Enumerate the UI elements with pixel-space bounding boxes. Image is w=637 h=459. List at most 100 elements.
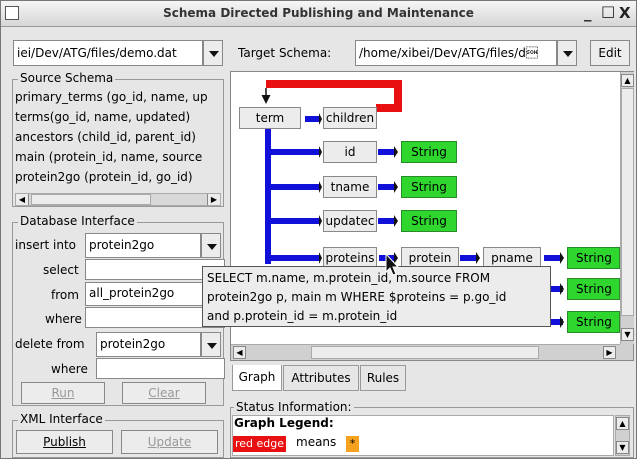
insert-label: insert into [15, 238, 77, 252]
run-button[interactable]: Run [21, 382, 105, 404]
tab-attributes[interactable]: Attributes [283, 365, 359, 391]
tooltip-line: and p.protein_id = m.protein_id [207, 309, 398, 323]
graph-node-tname[interactable]: tname [323, 176, 377, 198]
legend-means-text: means [296, 435, 337, 449]
scroll-left-icon[interactable]: ◀ [233, 346, 246, 359]
legend-red-edge: red edge [233, 436, 287, 452]
scroll-left-icon[interactable]: ◀ [16, 194, 29, 205]
graph-node-string[interactable]: String [567, 311, 620, 333]
edge-to-proteins [265, 255, 319, 261]
source-schema-list[interactable]: primary_terms (go_id, name, up terms(go_… [15, 87, 223, 192]
source-schema-hscrollbar[interactable]: ◀ ▶ [15, 193, 221, 206]
scroll-right-icon[interactable]: ▶ [207, 194, 220, 205]
edge-updated-string [378, 218, 394, 224]
graph-node-string[interactable]: String [401, 176, 457, 198]
scroll-thumb[interactable] [621, 88, 634, 316]
mouse-pointer-icon [385, 253, 400, 276]
delete-from-dropdown[interactable] [201, 332, 221, 357]
target-schema-combo[interactable]: /home/xibei/Dev/ATG/files/d [355, 40, 557, 66]
scroll-right-icon[interactable]: ▶ [603, 346, 616, 359]
edge-arrow [394, 181, 398, 193]
edge-pname-string [544, 255, 560, 261]
graph-node-id[interactable]: id [323, 141, 377, 163]
edge-term-children [305, 116, 319, 122]
from-label: from [51, 288, 79, 302]
edge-arrow [319, 252, 322, 264]
database-interface-title: Database Interface [18, 214, 137, 228]
edge-arrow [560, 252, 564, 264]
list-item[interactable]: protein2go (protein_id, go_id) [15, 167, 223, 187]
window-title: Schema Directed Publishing and Maintenan… [163, 6, 474, 20]
delete-label: delete from [15, 337, 85, 351]
graph-hscrollbar[interactable]: ◀ ▶ [231, 344, 620, 360]
title-bar: Schema Directed Publishing and Maintenan… [1, 1, 636, 27]
edge-arrow [394, 215, 398, 227]
edge-arrow [394, 146, 398, 158]
sql-tooltip: SELECT m.name, m.protein_id, m.source FR… [202, 266, 551, 327]
xml-interface-title: XML Interface [18, 412, 105, 426]
tab-graph[interactable]: Graph [232, 365, 282, 391]
status-text-area[interactable]: Graph Legend: red edge means * [232, 415, 614, 456]
tooltip-line: protein2go p, main m WHERE $proteins = p… [207, 290, 507, 304]
publish-button[interactable]: Publish [16, 430, 113, 454]
minimize-button[interactable]: _ [584, 4, 592, 22]
graph-node-string[interactable]: String [401, 141, 457, 163]
edge-id-string [378, 149, 394, 155]
graph-node-children[interactable]: children [323, 107, 377, 129]
where2-label: where [51, 362, 88, 376]
target-schema-label: Target Schema: [238, 46, 332, 60]
delete-where-field[interactable] [96, 358, 225, 379]
graph-vscrollbar[interactable]: ▲ ▼ [620, 72, 634, 344]
edge-arrow [319, 113, 322, 125]
edge-protein-pname [460, 255, 476, 261]
legend-star: * [346, 436, 359, 452]
graph-node-term[interactable]: term [239, 107, 301, 129]
red-edge-right [394, 80, 402, 108]
clear-button[interactable]: Clear [122, 382, 206, 404]
target-schema-dropdown[interactable] [557, 40, 577, 66]
insert-into-combo[interactable]: protein2go [85, 233, 201, 258]
source-file-dropdown[interactable] [203, 40, 223, 66]
update-button[interactable]: Update [121, 430, 218, 454]
edge-arrow [560, 283, 564, 295]
red-edge-top [266, 80, 402, 88]
graph-node-string[interactable]: String [567, 247, 620, 269]
tooltip-line: SELECT m.name, m.protein_id, m.source FR… [207, 271, 491, 285]
edge-trunk [265, 128, 271, 264]
where-label: where [45, 312, 82, 326]
status-title: Status Information: [234, 400, 354, 414]
graph-node-updated[interactable]: updatec [323, 210, 377, 232]
close-button[interactable]: X [619, 4, 631, 22]
edge-to-tname [265, 184, 319, 190]
graph-node-string[interactable]: String [567, 278, 620, 300]
select-label: select [43, 263, 79, 277]
app-window: Schema Directed Publishing and Maintenan… [0, 0, 637, 459]
list-item[interactable]: terms(go_id, name, updated) [15, 107, 223, 127]
edge-arrow [319, 215, 322, 227]
list-item[interactable]: primary_terms (go_id, name, up [15, 87, 223, 107]
edge-arrow [319, 181, 322, 193]
red-edge-bottom [376, 104, 402, 112]
scroll-down-icon[interactable]: ▼ [616, 441, 629, 454]
delete-from-combo[interactable]: protein2go [96, 332, 201, 357]
status-vscrollbar[interactable]: ▲ ▼ [615, 415, 630, 456]
source-file-combo[interactable]: iei/Dev/ATG/files/demo.dat [13, 40, 203, 66]
graph-legend-label: Graph Legend: [234, 416, 334, 430]
scroll-down-icon[interactable]: ▼ [621, 328, 634, 341]
scroll-up-icon[interactable]: ▲ [616, 417, 629, 430]
list-item[interactable]: ancestors (child_id, parent_id) [15, 127, 223, 147]
scroll-up-icon[interactable]: ▲ [621, 74, 634, 87]
tab-rules[interactable]: Rules [360, 365, 406, 391]
edge-to-updated [265, 218, 319, 224]
edge-arrow [319, 146, 322, 158]
edge-arrow [476, 252, 480, 264]
edge-tname-string [378, 184, 394, 190]
list-item[interactable]: main (protein_id, name, source [15, 147, 223, 167]
edit-button[interactable]: Edit [590, 40, 630, 66]
maximize-button[interactable]: □ [601, 2, 615, 20]
scroll-thumb[interactable] [311, 346, 539, 359]
source-schema-title: Source Schema [18, 71, 116, 85]
scroll-thumb[interactable] [31, 194, 151, 205]
graph-node-string[interactable]: String [401, 210, 457, 232]
insert-into-dropdown[interactable] [201, 233, 221, 258]
